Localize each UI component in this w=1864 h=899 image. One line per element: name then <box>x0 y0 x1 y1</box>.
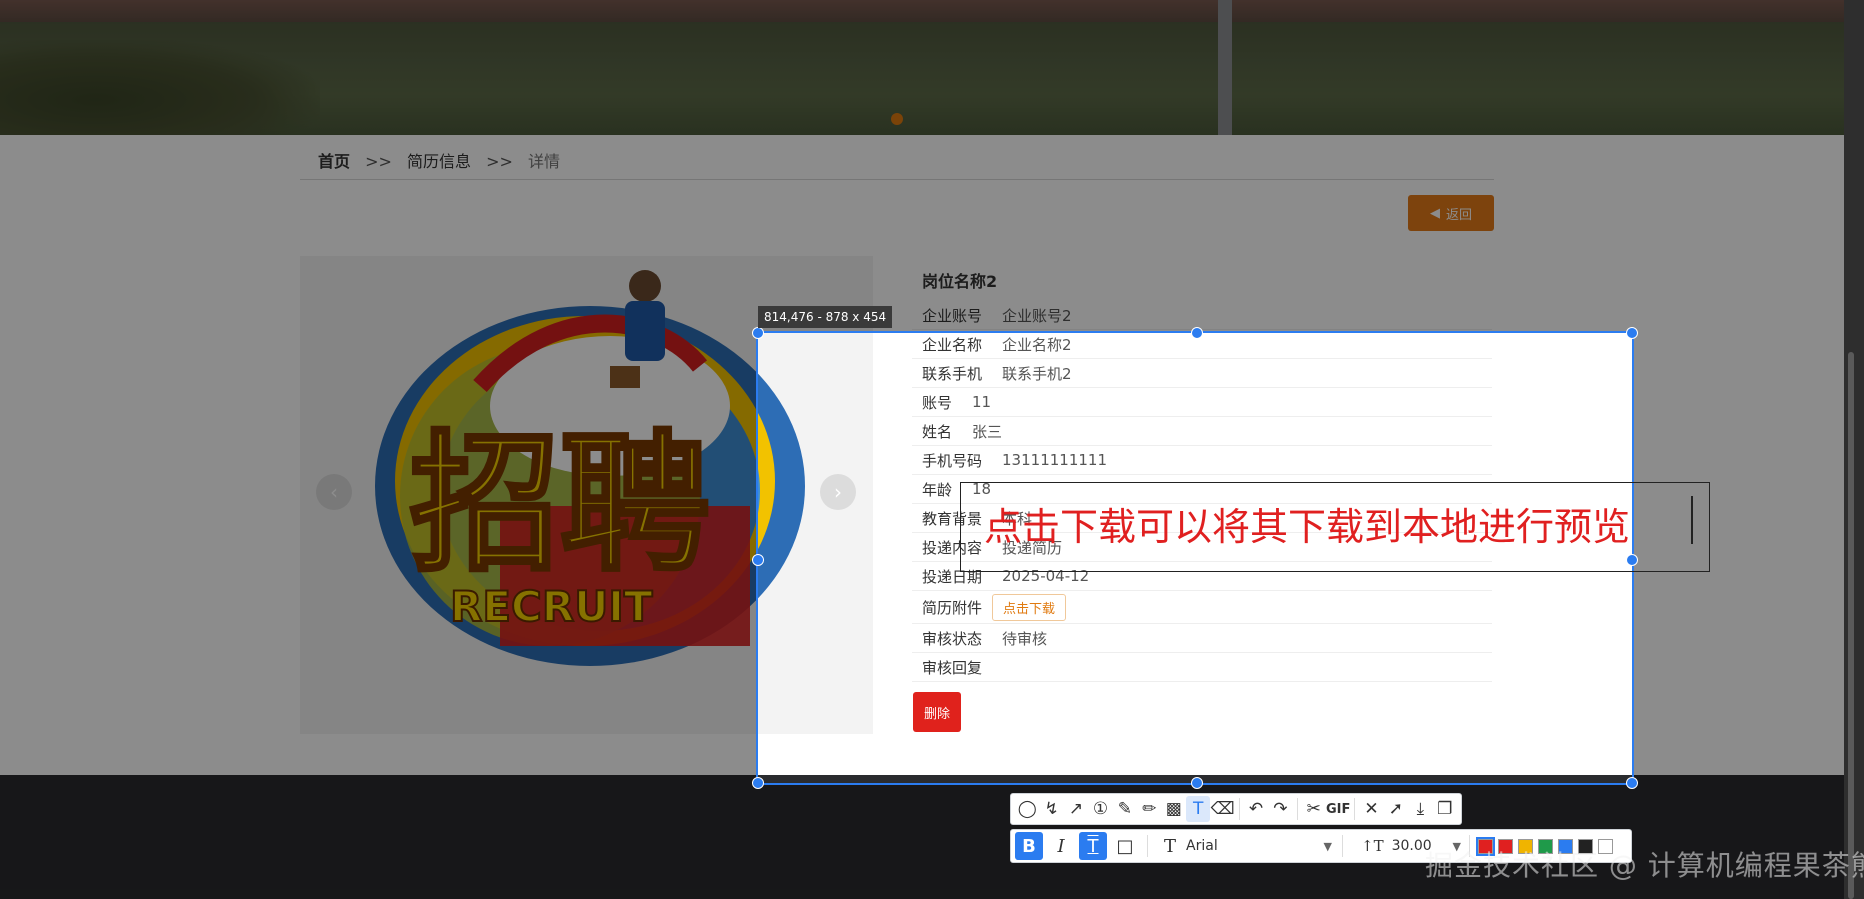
chevron-down-icon: ▼ <box>1323 839 1332 853</box>
capture-toolbar: ◯ ↯ ↗ ① ✎ ✏ ▩ T ⌫ ↶ ↷ ✂ GIF ✕ ➚ ⤓ ❐ <box>1010 793 1462 825</box>
pen-icon[interactable]: ✎ <box>1113 796 1137 822</box>
toolbar-divider <box>1238 798 1240 820</box>
arrow-icon[interactable]: ↗ <box>1064 796 1088 822</box>
toolbar-divider <box>1147 835 1148 857</box>
dim-overlay <box>0 0 1864 331</box>
font-family-value: Arial <box>1186 838 1218 854</box>
toolbar-divider <box>1296 798 1298 820</box>
scroll-capture-icon[interactable]: ✂ <box>1302 796 1326 822</box>
text-caret <box>1691 496 1693 544</box>
number-marker-icon[interactable]: ① <box>1088 796 1112 822</box>
polyline-icon[interactable]: ↯ <box>1039 796 1063 822</box>
mosaic-icon[interactable]: ▩ <box>1162 796 1186 822</box>
resize-handle[interactable] <box>752 777 764 789</box>
undo-icon[interactable]: ↶ <box>1244 796 1268 822</box>
watermark-text: 掘金技术社区 @ 计算机编程果茶熊 <box>1425 849 1864 882</box>
dim-overlay <box>0 331 756 785</box>
resize-handle[interactable] <box>1626 327 1638 339</box>
save-icon[interactable]: ⤓ <box>1408 796 1432 822</box>
redo-icon[interactable]: ↷ <box>1268 796 1292 822</box>
pin-icon[interactable]: ➚ <box>1384 796 1408 822</box>
copy-icon[interactable]: ❐ <box>1433 796 1457 822</box>
gif-icon[interactable]: GIF <box>1326 796 1350 822</box>
eraser-icon[interactable]: ⌫ <box>1210 796 1235 822</box>
text-outline-icon[interactable]: T <box>1079 832 1107 860</box>
marker-icon[interactable]: ✏ <box>1137 796 1161 822</box>
text-background-icon[interactable]: □ <box>1111 832 1139 860</box>
resize-handle[interactable] <box>752 327 764 339</box>
selection-size-label: 814,476 - 878 x 454 <box>758 306 893 328</box>
text-icon[interactable]: T <box>1185 796 1211 822</box>
scrollbar-track <box>1844 0 1864 899</box>
text-annotation[interactable]: 点击下载可以将其下载到本地进行预览 <box>984 496 1630 551</box>
font-size-icon: ↑T <box>1361 837 1384 855</box>
resize-handle[interactable] <box>1191 327 1203 339</box>
shape-icon[interactable]: ◯ <box>1015 796 1039 822</box>
italic-icon[interactable]: I <box>1047 832 1075 860</box>
toolbar-divider <box>1354 798 1356 820</box>
resize-handle[interactable] <box>1191 777 1203 789</box>
resize-handle[interactable] <box>1626 777 1638 789</box>
resize-handle[interactable] <box>752 554 764 566</box>
font-icon: T <box>1164 835 1177 857</box>
scrollbar-thumb[interactable] <box>1848 352 1854 899</box>
toolbar-divider <box>1342 835 1343 857</box>
font-family-select[interactable]: T Arial ▼ <box>1152 836 1338 857</box>
close-icon[interactable]: ✕ <box>1359 796 1383 822</box>
bold-icon[interactable]: B <box>1015 832 1043 860</box>
